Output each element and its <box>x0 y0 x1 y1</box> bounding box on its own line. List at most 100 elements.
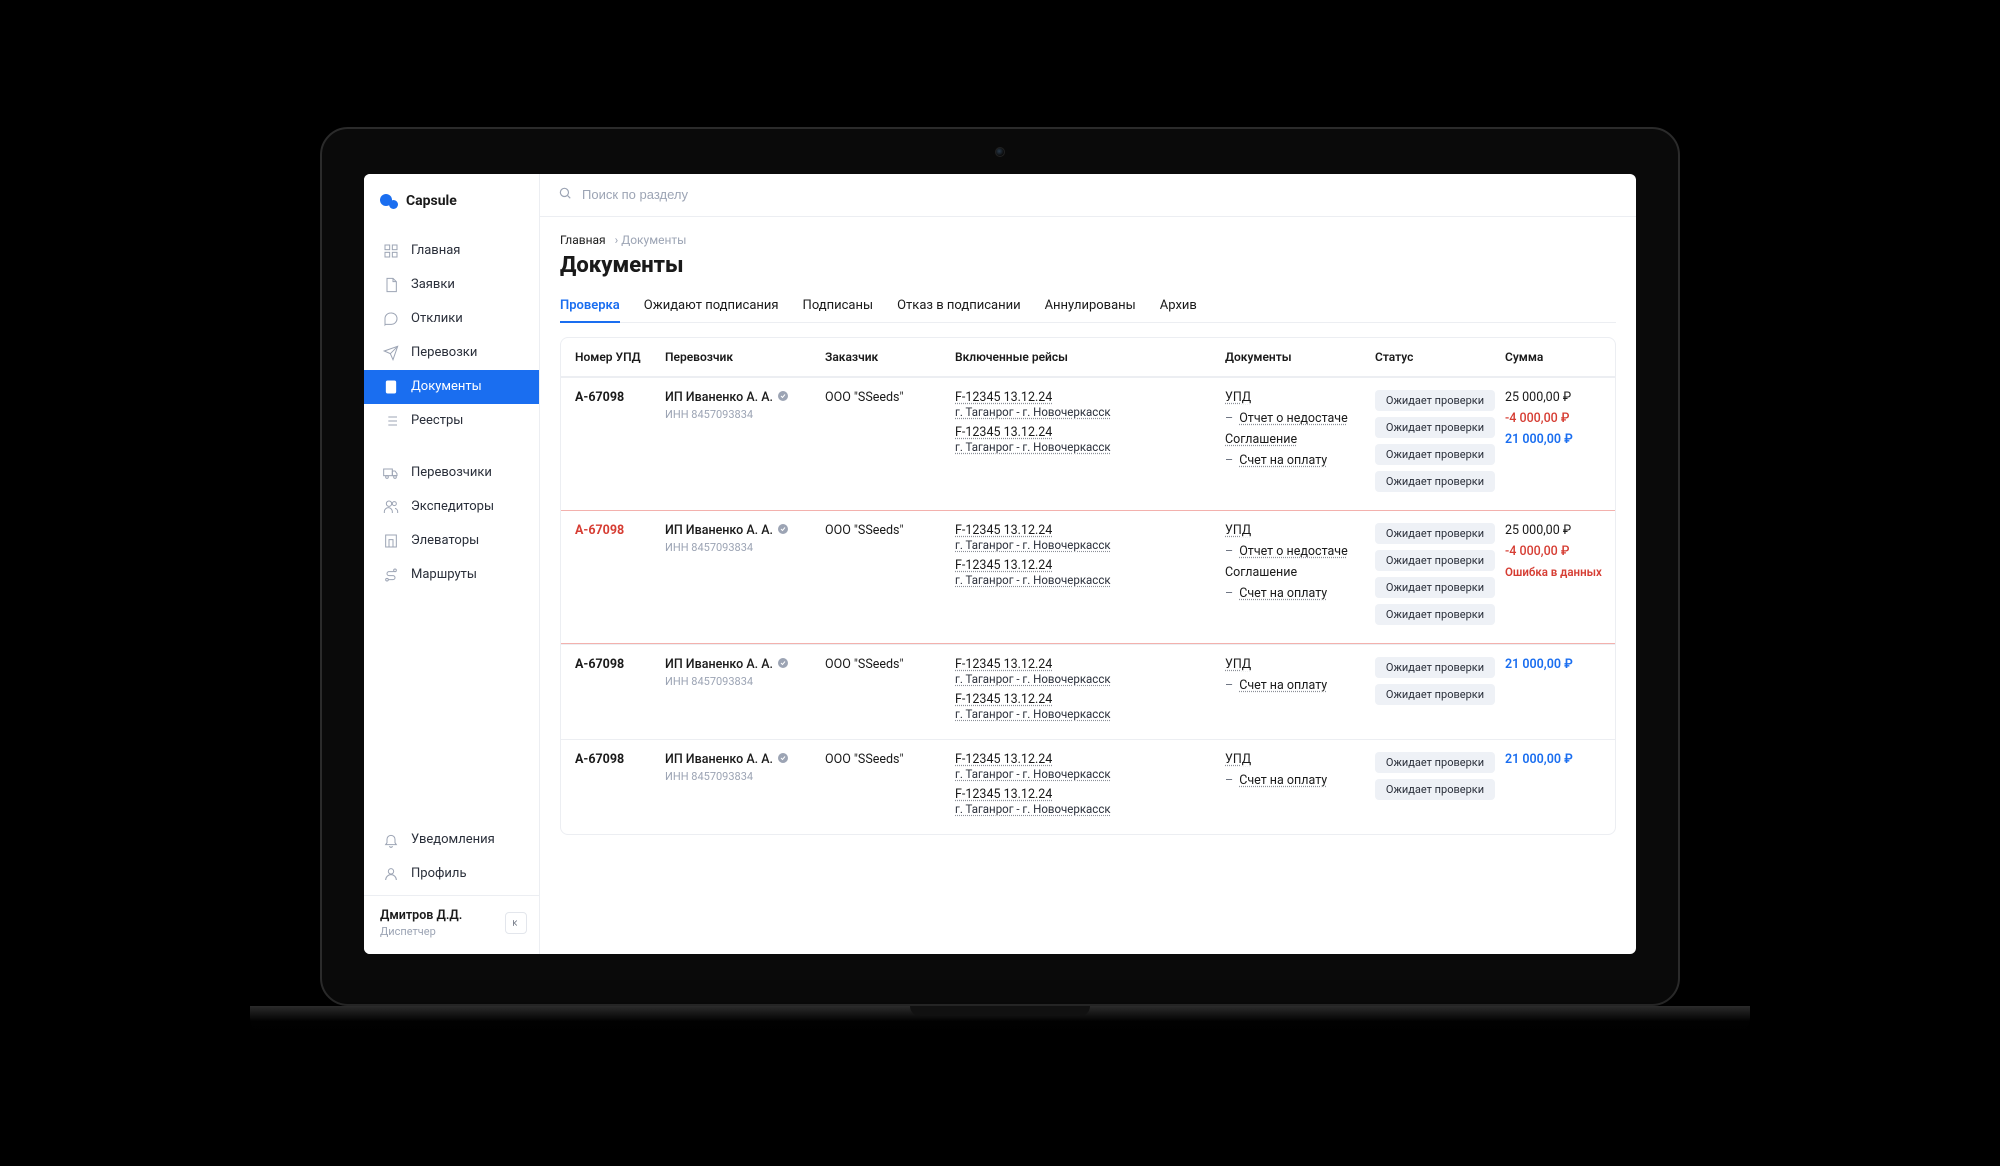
trip-link[interactable]: F-12345 13.12.24 <box>955 787 1052 802</box>
sidebar-item-notifications[interactable]: Уведомления <box>364 823 539 857</box>
tab-5[interactable]: Архив <box>1160 290 1197 323</box>
laptop-base <box>250 1006 1750 1040</box>
sidebar-item-elevators[interactable]: Элеваторы <box>364 524 539 558</box>
sidebar-item-responses[interactable]: Отклики <box>364 302 539 336</box>
sidebar-item-profile[interactable]: Профиль <box>364 857 539 891</box>
sidebar-item-home[interactable]: Главная <box>364 234 539 268</box>
trip-link[interactable]: F-12345 13.12.24 <box>955 523 1052 538</box>
trip-link[interactable]: F-12345 13.12.24 <box>955 390 1052 405</box>
row-trips: F-12345 13.12.24г. Таганрог - г. Новочер… <box>955 657 1215 727</box>
row-docs: УПД – Отчет о недостаче Соглашение – Счет н… <box>1225 523 1365 601</box>
sidebar-item-routes[interactable]: Маршруты <box>364 558 539 592</box>
carrier-inn: ИНН 8457093834 <box>665 541 815 554</box>
doc-item[interactable]: – Счет на оплату <box>1225 773 1365 788</box>
list-icon <box>383 413 399 429</box>
col-sum: Сумма <box>1505 350 1605 364</box>
trip-link[interactable]: F-12345 13.12.24 <box>955 692 1052 707</box>
row-carrier: ИП Иваненко А. А. ИНН 8457093834 <box>665 752 815 783</box>
row-customer: ООО "SSeeds" <box>825 752 945 767</box>
row-status: Ожидает проверкиОжидает проверкиОжидает … <box>1375 390 1495 498</box>
trip-link[interactable]: F-12345 13.12.24 <box>955 558 1052 573</box>
trip-route: г. Таганрог - г. Новочеркасск <box>955 573 1111 587</box>
verified-icon <box>777 752 789 768</box>
sidebar-collapse-button[interactable] <box>505 912 527 934</box>
row-status: Ожидает проверки Ожидает проверки <box>1375 657 1495 711</box>
doc-item[interactable]: УПД <box>1225 752 1365 767</box>
carrier-name: ИП Иваненко А. А. <box>665 390 789 406</box>
row-status: Ожидает проверкиОжидает проверки <box>1375 752 1495 806</box>
doc-item[interactable]: УПД <box>1225 657 1365 672</box>
trip-link[interactable]: F-12345 13.12.24 <box>955 752 1052 767</box>
carrier-name: ИП Иваненко А. А. <box>665 752 789 768</box>
doc-item[interactable]: Соглашение <box>1225 565 1365 580</box>
doc-item[interactable]: – Счет на оплату <box>1225 586 1365 601</box>
sidebar-item-documents[interactable]: Документы <box>364 370 539 404</box>
documents-table: Номер УПД Перевозчик Заказчик Включенные… <box>560 337 1616 835</box>
brand-logo[interactable]: Capsule <box>364 174 539 230</box>
row-id: А-67098 <box>575 752 655 767</box>
sidebar-item-requests[interactable]: Заявки <box>364 268 539 302</box>
topbar <box>540 174 1636 217</box>
truck-icon <box>383 465 399 481</box>
row-actions <box>1615 752 1616 776</box>
row-actions <box>1615 390 1616 414</box>
tab-4[interactable]: Аннулированы <box>1045 290 1136 323</box>
route-icon <box>383 567 399 583</box>
doc-item[interactable]: – Счет на оплату <box>1225 678 1365 693</box>
tab-0[interactable]: Проверка <box>560 290 620 323</box>
doc-item[interactable]: УПД <box>1225 523 1365 538</box>
breadcrumb-root[interactable]: Главная <box>560 233 606 247</box>
tab-3[interactable]: Отказ в подписании <box>897 290 1020 323</box>
verified-icon <box>777 390 789 406</box>
verified-icon <box>777 523 789 539</box>
col-trips: Включенные рейсы <box>955 350 1215 364</box>
row-customer: ООО "SSeeds" <box>825 390 945 405</box>
row-docs: УПД – Счет на оплату <box>1225 752 1365 788</box>
table-header: Номер УПД Перевозчик Заказчик Включенные… <box>561 338 1615 377</box>
table-row: А-67098 ИП Иваненко А. А. ИНН 8457093834 О… <box>561 377 1615 510</box>
carrier-inn: ИНН 8457093834 <box>665 408 815 421</box>
tab-1[interactable]: Ожидают подписания <box>644 290 779 323</box>
status-badge: Ожидает проверки <box>1375 417 1495 438</box>
row-status: Ожидает проверкиОжидает проверкиОжидает … <box>1375 523 1495 631</box>
trip-route: г. Таганрог - г. Новочеркасск <box>955 802 1111 816</box>
bell-icon <box>383 832 399 848</box>
row-carrier: ИП Иваненко А. А. ИНН 8457093834 <box>665 657 815 688</box>
row-trips: F-12345 13.12.24г. Таганрог - г. Новочер… <box>955 523 1215 593</box>
status-badge: Ожидает проверки <box>1375 657 1495 678</box>
col-docs: Документы <box>1225 350 1365 364</box>
row-customer: ООО "SSeeds" <box>825 523 945 538</box>
doc-item[interactable]: – Отчет о недостаче <box>1225 411 1365 426</box>
doc-item[interactable]: – Счет на оплату <box>1225 453 1365 468</box>
sidebar-item-forwarders[interactable]: Экспедиторы <box>364 490 539 524</box>
doc-item[interactable]: УПД <box>1225 390 1365 405</box>
row-sum: 21 000,00 ₽ <box>1505 657 1605 672</box>
doc-item[interactable]: – Отчет о недостаче <box>1225 544 1365 559</box>
search-input[interactable] <box>582 187 1618 202</box>
doc-item[interactable]: Соглашение <box>1225 432 1365 447</box>
content-area: Главная › Документы Документы ПроверкаОж… <box>540 217 1636 954</box>
tab-2[interactable]: Подписаны <box>803 290 874 323</box>
status-badge: Ожидает проверки <box>1375 577 1495 598</box>
status-badge: Ожидает проверки <box>1375 684 1495 705</box>
sidebar-item-carriers[interactable]: Перевозчики <box>364 456 539 490</box>
camera-dot <box>995 147 1005 157</box>
row-docs: УПД – Счет на оплату <box>1225 657 1365 693</box>
sidebar: Capsule Главная Заявки Отклики Перево <box>364 174 540 954</box>
row-id: А-67098 <box>575 390 655 405</box>
status-badge: Ожидает проверки <box>1375 604 1495 625</box>
documents-icon <box>383 379 399 395</box>
user-name: Дмитров Д.Д. <box>380 908 462 923</box>
col-carrier: Перевозчик <box>665 350 815 364</box>
trip-link[interactable]: F-12345 13.12.24 <box>955 657 1052 672</box>
grid-icon <box>383 243 399 259</box>
carrier-name: ИП Иваненко А. А. <box>665 523 789 539</box>
carrier-inn: ИНН 8457093834 <box>665 675 815 688</box>
col-id: Номер УПД <box>575 350 655 364</box>
search-icon <box>558 186 572 204</box>
trip-link[interactable]: F-12345 13.12.24 <box>955 425 1052 440</box>
sidebar-item-shipments[interactable]: Перевозки <box>364 336 539 370</box>
sidebar-item-registries[interactable]: Реестры <box>364 404 539 438</box>
row-carrier: ИП Иваненко А. А. ИНН 8457093834 <box>665 523 815 554</box>
row-actions <box>1615 523 1616 575</box>
